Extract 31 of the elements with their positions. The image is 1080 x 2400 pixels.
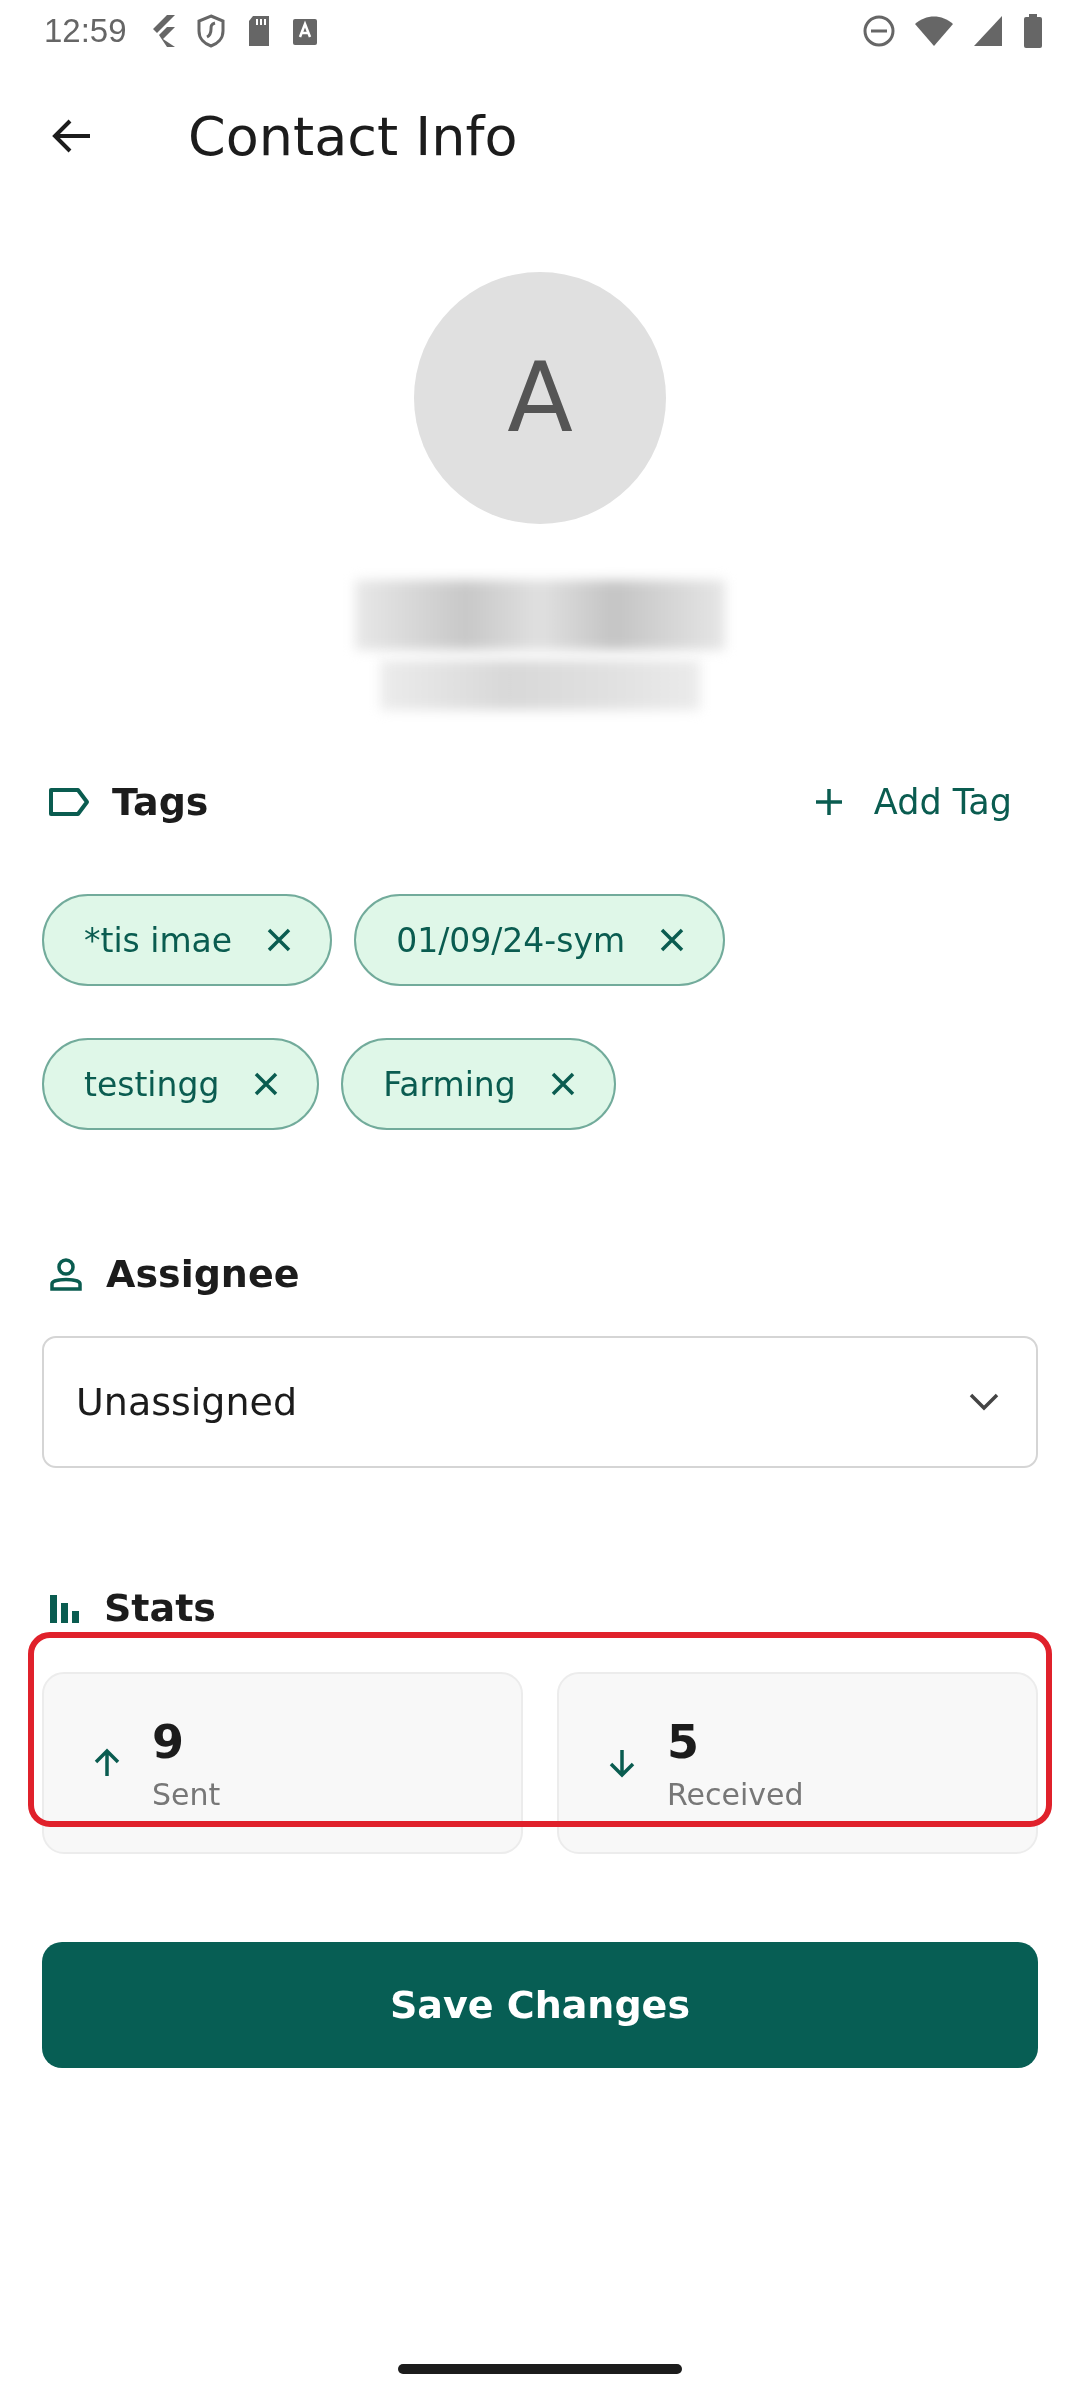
section-title: Tags [112,780,209,824]
wifi-icon [914,14,954,48]
avatar: A [414,272,666,524]
close-icon[interactable] [253,1071,280,1097]
arrow-up-icon [92,1748,122,1778]
section-title: Assignee [106,1252,300,1296]
stat-value: 9 [152,1714,185,1769]
arrow-down-icon [607,1748,637,1778]
person-icon [48,1256,84,1292]
stat-label: Sent [152,1776,221,1812]
stat-value: 5 [667,1714,700,1769]
stat-label: Received [667,1776,804,1812]
tag-chip[interactable]: testingg [42,1038,320,1130]
battery-icon [1022,13,1044,49]
do-not-disturb-icon [862,14,896,48]
plus-icon [813,787,844,817]
add-tag-button[interactable]: Add Tag [813,782,1032,822]
tag-chip[interactable]: 01/09/24-sym [354,894,726,986]
tag-icon [48,787,90,817]
signal-icon [972,14,1004,48]
chevron-down-icon [968,1392,1000,1412]
tag-chip[interactable]: *tis imae [42,894,333,986]
save-button[interactable]: Save Changes [42,1942,1038,2068]
close-icon[interactable] [659,927,686,953]
section-title: Stats [104,1586,216,1630]
tag-chip[interactable]: Farming [341,1038,616,1130]
close-icon[interactable] [266,927,293,953]
close-icon[interactable] [549,1071,576,1097]
screen-title: Contact Info [188,104,518,168]
status-time: 12:59 [44,12,127,50]
assignee-dropdown[interactable]: Unassigned [42,1336,1038,1468]
